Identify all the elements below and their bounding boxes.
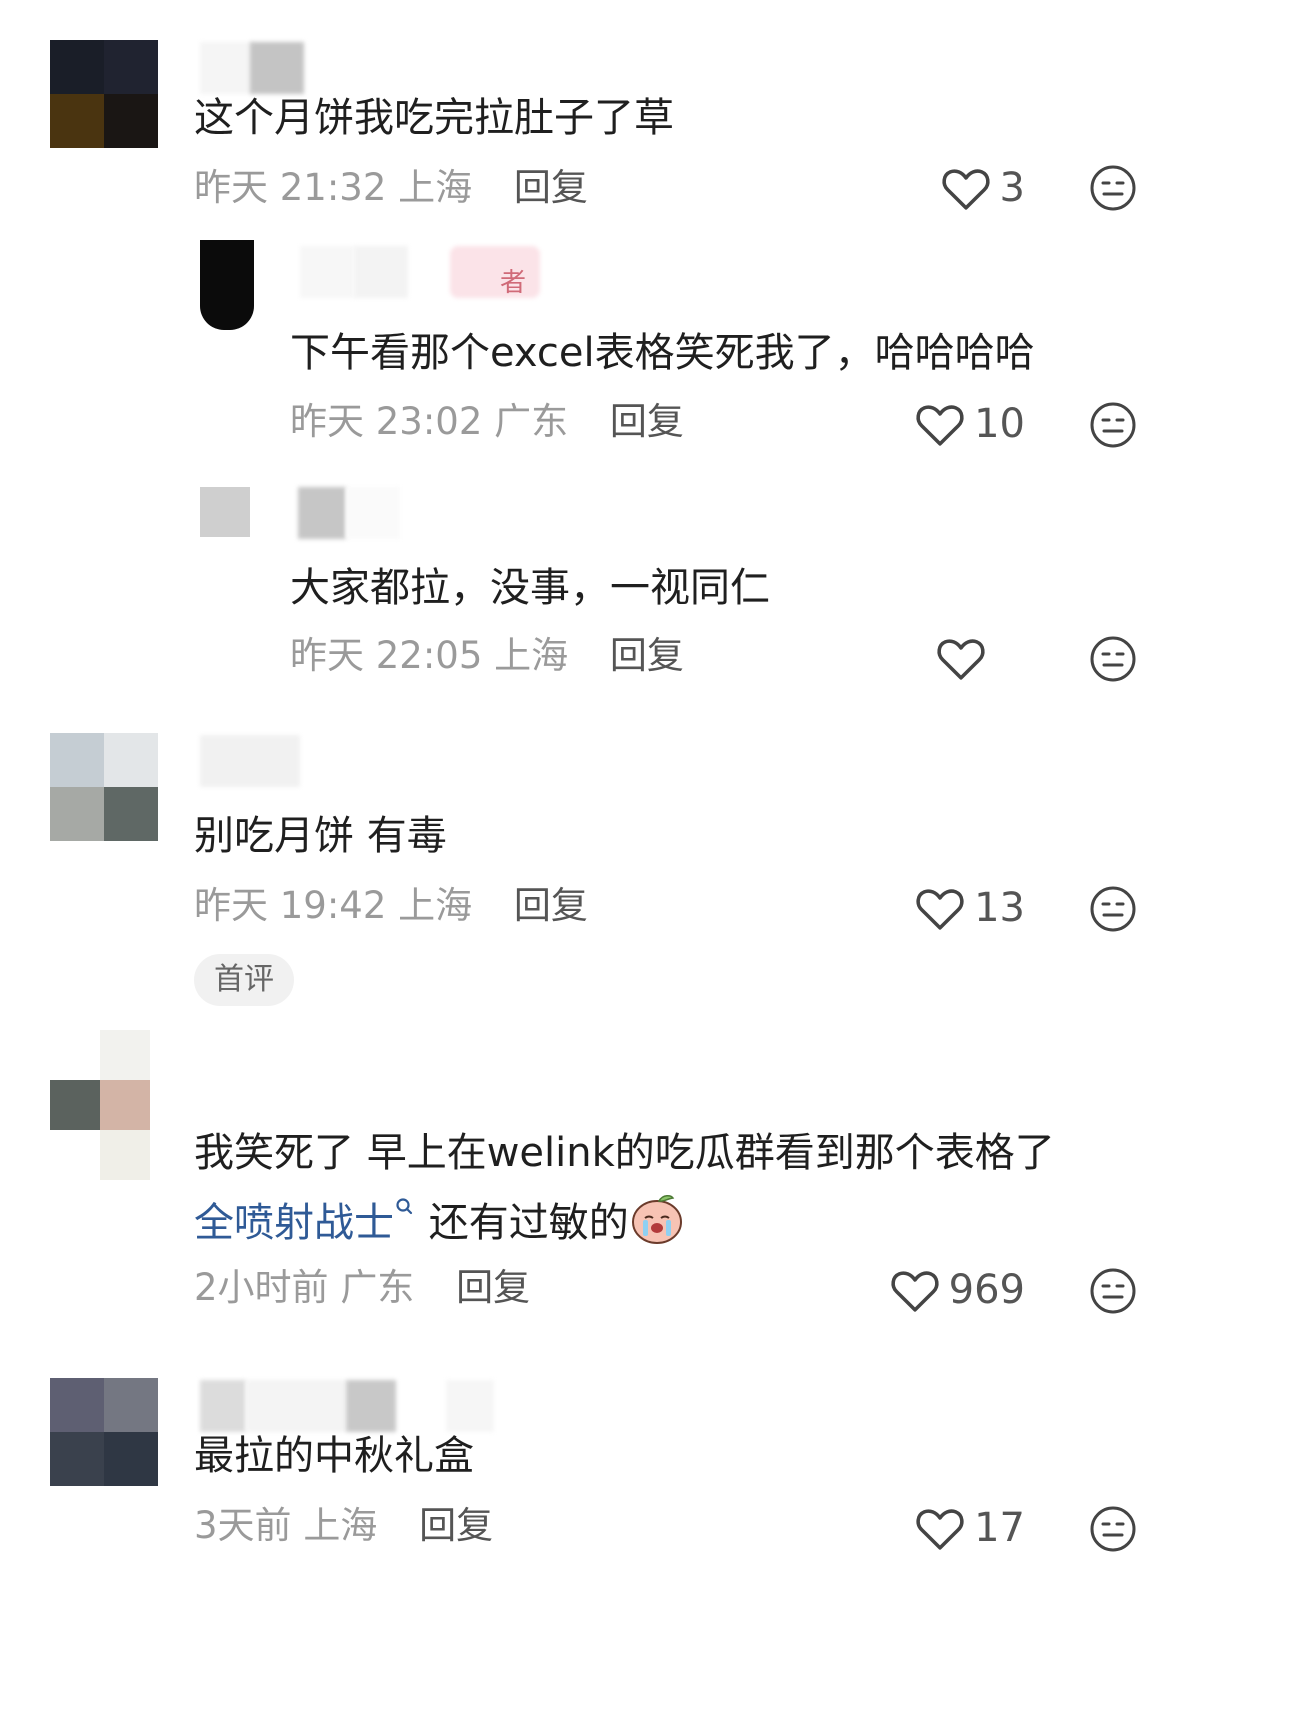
topic-link[interactable]: 全喷射战士 <box>194 1200 394 1246</box>
comment-text: 下午看那个excel表格笑死我了，哈哈哈哈 <box>290 330 1035 376</box>
like-count: 10 <box>974 401 1025 447</box>
comment-meta: 2小时前 广东 回复 <box>194 1264 530 1312</box>
comment-text: 这个月饼我吃完拉肚子了草 <box>194 95 674 141</box>
crying-peach-emoji <box>631 1195 682 1244</box>
comment-meta: 3天前 上海 回复 <box>194 1502 493 1550</box>
comment-text-tail: 还有过敏的 <box>416 1200 629 1246</box>
reply-button[interactable]: 回复 <box>514 166 588 209</box>
neutral-face-icon[interactable] <box>1088 400 1138 450</box>
reply-button[interactable]: 回复 <box>419 1504 493 1547</box>
comment-location: 广东 <box>340 1266 415 1309</box>
avatar[interactable] <box>50 1378 158 1486</box>
comment-location: 上海 <box>398 884 473 927</box>
neutral-face-icon[interactable] <box>1088 163 1138 213</box>
username-blurred[interactable] <box>200 1380 500 1432</box>
avatar[interactable] <box>200 240 254 330</box>
first-comment-badge: 首评 <box>194 954 294 1006</box>
comment-text: 我笑死了 早上在welink的吃瓜群看到那个表格了 <box>194 1130 1055 1176</box>
comment-time: 昨天 19:42 <box>194 884 387 927</box>
comment-time: 昨天 23:02 <box>290 400 483 443</box>
comment-text: 最拉的中秋礼盒 <box>194 1433 474 1479</box>
reply-button[interactable]: 回复 <box>456 1266 530 1309</box>
like-button[interactable]: 3 <box>900 160 1025 216</box>
comment-meta: 昨天 21:32 上海 回复 <box>194 164 588 212</box>
avatar[interactable] <box>50 733 158 841</box>
comment-meta: 昨天 23:02 广东 回复 <box>290 398 684 446</box>
comment-text: 大家都拉，没事，一视同仁 <box>290 565 770 611</box>
heart-outline-icon <box>937 639 985 680</box>
username-blurred[interactable] <box>200 42 304 94</box>
heart-outline-icon <box>891 1271 939 1312</box>
comment-meta: 昨天 22:05 上海 回复 <box>290 632 684 680</box>
reply-button[interactable]: 回复 <box>514 884 588 927</box>
comment-location: 广东 <box>494 400 569 443</box>
heart-outline-icon <box>941 169 990 210</box>
like-button[interactable] <box>880 630 995 686</box>
like-count: 13 <box>974 885 1025 931</box>
like-button[interactable]: 10 <box>880 396 1025 452</box>
comment-time: 2小时前 <box>194 1266 329 1309</box>
author-tag: 者 <box>500 268 527 298</box>
like-count: 969 <box>948 1267 1025 1313</box>
like-button[interactable]: 969 <box>860 1262 1025 1318</box>
like-button[interactable]: 17 <box>880 1500 1025 1556</box>
username-blurred[interactable] <box>298 487 400 539</box>
neutral-face-icon[interactable] <box>1088 634 1138 684</box>
comment-meta: 昨天 19:42 上海 回复 <box>194 882 588 930</box>
heart-outline-icon <box>916 405 964 446</box>
comment-text: 别吃月饼 有毒 <box>194 813 447 859</box>
comment-time: 昨天 21:32 <box>194 166 387 209</box>
comment-time: 昨天 22:05 <box>290 634 483 677</box>
comment-location: 上海 <box>398 166 473 209</box>
neutral-face-icon[interactable] <box>1088 1504 1138 1554</box>
username-blurred[interactable] <box>200 735 300 787</box>
like-count: 3 <box>999 165 1025 211</box>
neutral-face-icon[interactable] <box>1088 884 1138 934</box>
avatar[interactable] <box>50 40 158 148</box>
comment-location: 上海 <box>303 1504 378 1547</box>
reply-button[interactable]: 回复 <box>610 634 684 677</box>
search-mini-icon[interactable] <box>394 1196 416 1218</box>
avatar[interactable] <box>50 1030 150 1180</box>
comment-location: 上海 <box>494 634 569 677</box>
reply-button[interactable]: 回复 <box>610 400 684 443</box>
neutral-face-icon[interactable] <box>1088 1266 1138 1316</box>
heart-outline-icon <box>916 889 964 930</box>
like-button[interactable]: 13 <box>880 880 1025 936</box>
heart-outline-icon <box>916 1509 964 1550</box>
comment-text-line2: 全喷射战士 还有过敏的 <box>194 1190 685 1251</box>
like-count: 17 <box>974 1505 1025 1551</box>
avatar[interactable] <box>200 487 250 537</box>
comment-time: 3天前 <box>194 1504 292 1547</box>
